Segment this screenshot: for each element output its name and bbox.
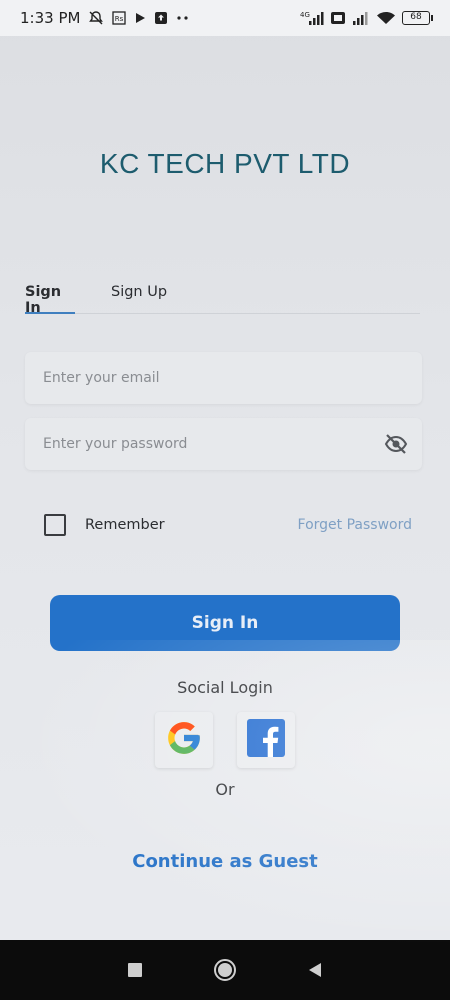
- page-title: KC TECH PVT LTD: [99, 148, 351, 179]
- sign-in-button[interactable]: Sign In: [50, 595, 400, 651]
- remember-row: Remember Forget Password: [44, 512, 412, 538]
- google-login-button[interactable]: [155, 712, 213, 768]
- play-icon: [134, 12, 146, 24]
- status-right: 4G 68: [300, 10, 433, 26]
- mute-icon: [88, 10, 104, 26]
- forgot-password-link[interactable]: Forget Password: [298, 517, 412, 533]
- status-left: 1:33 PM Rs: [20, 9, 190, 27]
- back-triangle-icon[interactable]: [295, 950, 335, 990]
- network-label: 4G: [300, 11, 310, 19]
- remember-label: Remember: [85, 517, 165, 533]
- remember-checkbox[interactable]: [44, 514, 66, 536]
- facebook-login-button[interactable]: [237, 712, 295, 768]
- recents-square-icon[interactable]: [115, 950, 155, 990]
- system-nav-bar: [0, 940, 450, 1000]
- signal-icon: [352, 11, 370, 25]
- status-time: 1:33 PM: [20, 9, 81, 27]
- social-login-label: Social Login: [177, 678, 273, 697]
- home-circle-icon[interactable]: [205, 950, 245, 990]
- eye-off-icon[interactable]: [384, 433, 408, 455]
- svg-text:Rs: Rs: [115, 15, 124, 23]
- login-screen: 1:33 PM Rs 4G 68 KC TECH PVT LTD Sign In…: [0, 0, 450, 1000]
- continue-as-guest-link[interactable]: Continue as Guest: [0, 851, 450, 872]
- tab-sign-in[interactable]: Sign In: [25, 276, 75, 316]
- battery-icon: 68: [402, 11, 433, 25]
- facebook-icon: [247, 719, 285, 761]
- status-bar: 1:33 PM Rs 4G 68: [0, 0, 450, 36]
- more-dots-icon: [176, 15, 190, 21]
- google-icon: [165, 719, 203, 761]
- auth-tabs: Sign In Sign Up: [25, 276, 420, 316]
- email-field[interactable]: [25, 352, 422, 404]
- signal-icon: 4G: [300, 10, 324, 26]
- tab-sign-up[interactable]: Sign Up: [111, 276, 167, 313]
- email-field-container: [25, 352, 422, 404]
- data-saver-icon: Rs: [112, 11, 127, 25]
- password-field-container: [25, 418, 422, 470]
- or-label: Or: [215, 780, 235, 799]
- upload-icon: [154, 11, 168, 25]
- password-field[interactable]: [25, 418, 422, 470]
- wifi-icon: [376, 11, 396, 25]
- volte-icon: [330, 11, 346, 25]
